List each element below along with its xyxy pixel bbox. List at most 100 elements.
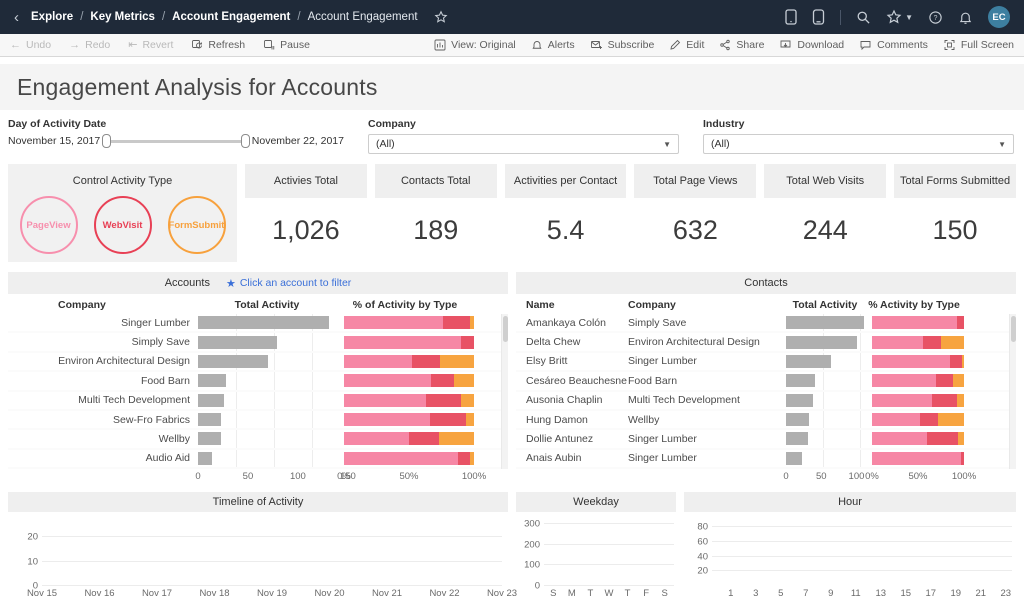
account-row[interactable]: Audio Aid — [8, 450, 501, 469]
accounts-col-company: Company — [8, 299, 198, 311]
contact-row[interactable]: Hung Damon Wellby — [516, 411, 1009, 430]
kpi-label: Total Web Visits — [764, 164, 886, 198]
account-row[interactable]: Food Barn — [8, 372, 501, 391]
contact-row[interactable]: Elsy Britt Singer Lumber — [516, 353, 1009, 372]
fullscreen-button[interactable]: Full Screen — [943, 39, 1014, 51]
alerts-button[interactable]: Alerts — [531, 39, 575, 51]
accounts-scrollbar[interactable] — [501, 314, 508, 469]
kpi-row: Control Activity Type PageViewWebVisitFo… — [0, 158, 1024, 262]
account-row[interactable]: Singer Lumber — [8, 314, 501, 333]
svg-text:?: ? — [934, 15, 938, 22]
account-total-bar — [198, 372, 336, 389]
activity-type-pageview-button[interactable]: PageView — [20, 196, 78, 254]
help-icon[interactable]: ? — [928, 10, 943, 25]
account-name: Environ Architectural Design — [8, 355, 198, 367]
download-button[interactable]: Download — [779, 39, 844, 51]
contact-row[interactable]: Anais Aubin Singer Lumber — [516, 450, 1009, 469]
subscribe-button[interactable]: Subscribe — [590, 39, 655, 51]
account-total-bar — [198, 392, 336, 409]
weekday-title: Weekday — [573, 496, 619, 508]
company-select[interactable]: (All) ▼ — [368, 134, 679, 154]
contact-name: Amankaya Colón — [516, 317, 628, 329]
weekday-plot[interactable]: 0100200300 — [516, 515, 676, 586]
accounts-col-pct: % of Activity by Type — [336, 299, 474, 311]
breadcrumb-item[interactable]: Key Metrics — [90, 11, 155, 23]
undo-button[interactable]: ←Undo — [10, 39, 51, 51]
account-row[interactable]: Sew-Fro Fabrics — [8, 411, 501, 430]
redo-button[interactable]: →Redo — [69, 39, 110, 51]
contacts-title: Contacts — [744, 277, 787, 289]
page-title: Engagement Analysis for Accounts — [17, 74, 378, 101]
account-name: Food Barn — [8, 375, 198, 387]
contact-row[interactable]: Cesáreo Beauchesne Food Barn — [516, 372, 1009, 391]
notifications-bell-icon[interactable] — [958, 10, 973, 25]
industry-filter: Industry (All) ▼ — [703, 118, 1014, 154]
contacts-scrollbar[interactable] — [1009, 314, 1016, 469]
comments-button[interactable]: Comments — [859, 39, 928, 51]
account-pct-bar — [344, 452, 474, 465]
user-avatar[interactable]: EC — [988, 6, 1010, 28]
contact-pct-bar — [872, 394, 964, 407]
account-pct-bar — [344, 394, 474, 407]
hour-plot[interactable]: 20406080 — [684, 515, 1016, 586]
contact-name: Ausonia Chaplin — [516, 394, 628, 406]
contact-pct-bar — [872, 432, 964, 445]
back-chevron-icon[interactable]: ‹ — [14, 10, 19, 25]
top-navbar: ‹ Explore/Key Metrics/Account Engagement… — [0, 0, 1024, 34]
contact-company: Singer Lumber — [628, 355, 786, 367]
tables-row: Accounts ★ Click an account to filter Co… — [0, 262, 1024, 484]
favorites-menu[interactable]: ▼ — [886, 9, 913, 25]
view-original-button[interactable]: View: Original — [434, 39, 516, 51]
slider-handle-end[interactable] — [241, 134, 250, 148]
refresh-button[interactable]: Refresh — [191, 39, 245, 51]
bell-icon — [531, 39, 543, 51]
slider-handle-start[interactable] — [102, 134, 111, 148]
accounts-filter-hint[interactable]: ★ Click an account to filter — [226, 277, 351, 290]
contact-row[interactable]: Amankaya Colón Simply Save — [516, 314, 1009, 333]
breadcrumb-item[interactable]: Explore — [31, 11, 73, 23]
activity-type-formsubmit-button[interactable]: FormSubmit — [168, 196, 226, 254]
chevron-down-icon: ▼ — [998, 140, 1006, 149]
accounts-axis: 0501001500%50%100% — [8, 469, 508, 484]
edit-button[interactable]: Edit — [669, 39, 704, 51]
contact-pct-bar — [872, 452, 964, 465]
activity-type-webvisit-button[interactable]: WebVisit — [94, 196, 152, 254]
share-button[interactable]: Share — [719, 39, 764, 51]
favorite-star-icon[interactable] — [434, 10, 448, 24]
date-filter-label: Day of Activity Date — [8, 118, 344, 130]
hour-x-axis: 1357911131517192123 — [684, 586, 1016, 600]
kpi-card: Activities per Contact 5.4 — [505, 164, 627, 262]
phone-preview-icon[interactable] — [785, 9, 797, 25]
accounts-title: Accounts — [165, 277, 210, 289]
contact-row[interactable]: Ausonia Chaplin Multi Tech Development — [516, 392, 1009, 411]
timeline-x-axis: Nov 15Nov 16Nov 17Nov 18Nov 19Nov 20Nov … — [8, 586, 508, 600]
date-range-slider[interactable] — [102, 134, 250, 148]
contacts-col-name: Name — [516, 299, 628, 311]
account-row[interactable]: Multi Tech Development — [8, 392, 501, 411]
contact-row[interactable]: Dollie Antunez Singer Lumber — [516, 430, 1009, 449]
title-band: Engagement Analysis for Accounts — [0, 64, 1024, 110]
account-row[interactable]: Simply Save — [8, 333, 501, 352]
breadcrumb[interactable]: Explore/Key Metrics/Account Engagement/A… — [31, 11, 418, 23]
contact-row[interactable]: Delta Chew Environ Architectural Design — [516, 333, 1009, 352]
pause-button[interactable]: Pause — [263, 39, 310, 51]
timeline-plot[interactable]: 01020 — [8, 515, 508, 586]
revert-button[interactable]: ⇤Revert — [128, 39, 173, 51]
tablet-preview-icon[interactable] — [812, 9, 825, 25]
share-icon — [719, 39, 731, 51]
account-name: Singer Lumber — [8, 317, 198, 329]
account-row[interactable]: Environ Architectural Design — [8, 353, 501, 372]
contact-company: Singer Lumber — [628, 452, 786, 464]
contact-pct-bar — [872, 413, 964, 426]
kpi-card: Total Forms Submitted 150 — [894, 164, 1016, 262]
industry-select-value: (All) — [711, 138, 730, 150]
breadcrumb-item[interactable]: Account Engagement — [172, 11, 290, 23]
contact-name: Cesáreo Beauchesne — [516, 375, 628, 387]
breadcrumb-item[interactable]: Account Engagement — [308, 11, 418, 23]
industry-select[interactable]: (All) ▼ — [703, 134, 1014, 154]
search-icon[interactable] — [856, 10, 871, 25]
contact-pct-bar — [872, 336, 964, 349]
accounts-panel: Accounts ★ Click an account to filter Co… — [8, 272, 508, 484]
account-row[interactable]: Wellby — [8, 430, 501, 449]
chevron-down-icon: ▼ — [905, 13, 913, 22]
